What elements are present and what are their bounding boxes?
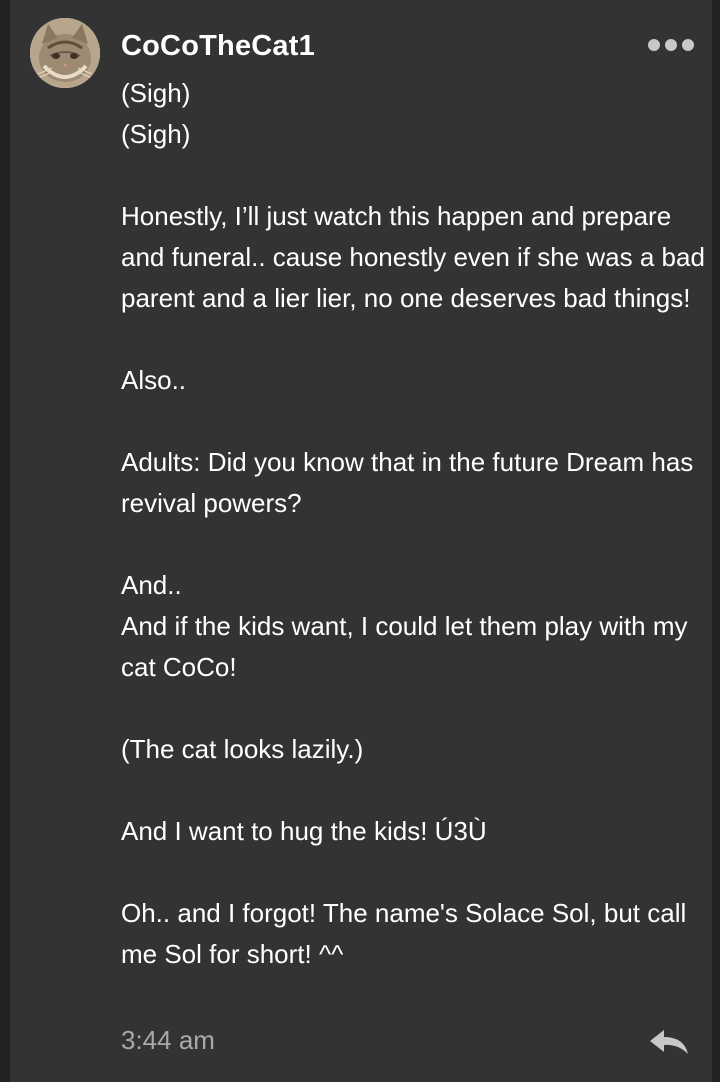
- comment-line: Oh.. and I forgot! The name's Solace Sol…: [121, 898, 687, 969]
- comment-line: [121, 852, 711, 893]
- dot: [648, 39, 660, 51]
- dot: [665, 39, 677, 51]
- comment-card: CoCoTheCat1 (Sigh) (Sigh) Honestly, I’ll…: [10, 0, 712, 1082]
- comment-line: (Sigh): [121, 78, 191, 108]
- comment-line: Honestly, I’ll just watch this happen an…: [121, 201, 705, 313]
- comment-line: [121, 401, 711, 442]
- comment-line: [121, 688, 711, 729]
- username[interactable]: CoCoTheCat1: [121, 28, 315, 64]
- left-edge: [0, 0, 10, 1082]
- reply-arrow-icon[interactable]: [648, 1024, 690, 1058]
- comment-line: [121, 319, 711, 360]
- comment-line: Also..: [121, 365, 187, 395]
- comment-line: Adults: Did you know that in the future …: [121, 447, 694, 518]
- comment-line: And..: [121, 570, 182, 600]
- comment-line: (Sigh): [121, 119, 191, 149]
- comment-line: And if the kids want, I could let them p…: [121, 611, 688, 682]
- comment-line: [121, 155, 711, 196]
- user-avatar[interactable]: [30, 18, 100, 88]
- timestamp: 3:44 am: [121, 1025, 215, 1055]
- dot: [682, 39, 694, 51]
- more-options-icon[interactable]: [646, 34, 696, 58]
- comment-line: (The cat looks lazily.): [121, 734, 364, 764]
- comment-body: (Sigh) (Sigh) Honestly, I’ll just watch …: [121, 73, 711, 975]
- comment-line: [121, 770, 711, 811]
- comment-line: [121, 524, 711, 565]
- right-scroll-edge: [712, 0, 720, 1082]
- comment-line: And I want to hug the kids! Ú3Ù: [121, 816, 487, 846]
